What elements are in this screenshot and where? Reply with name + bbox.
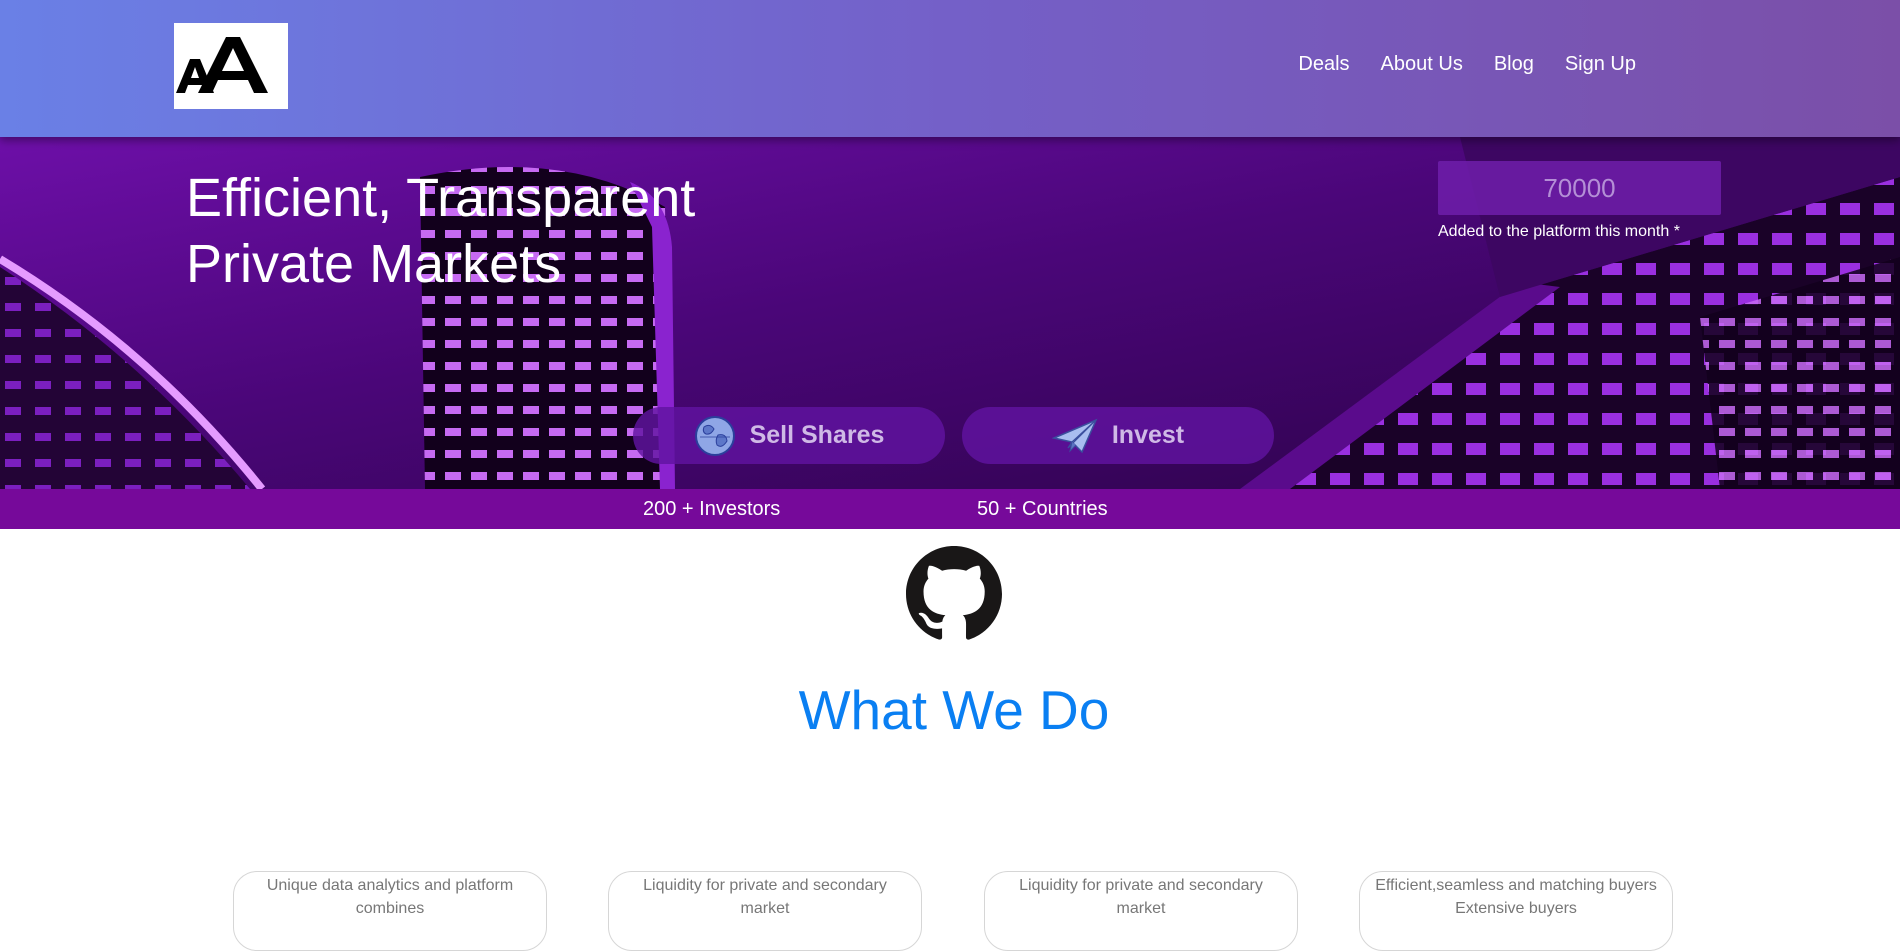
nav-about-us[interactable]: About Us [1381,53,1463,76]
globe-icon [694,415,736,457]
logo[interactable]: AA [174,23,288,109]
hero-banner: Efficient, Transparent Private Markets 7… [0,137,1900,489]
stat-countries: 50 + Countries [977,498,1108,520]
feature-card-line1: Efficient,seamless and matching buyers [1375,877,1657,894]
hero-title: Efficient, Transparent Private Markets [186,165,806,297]
counter-note: Added to the platform this month * [1438,223,1680,240]
github-icon[interactable] [906,546,1002,647]
logo-mark: AA [174,23,268,93]
feature-card: Unique data analytics and platform combi… [233,871,547,951]
feature-card-line2: market [740,900,790,917]
monthly-counter: 70000 [1438,161,1721,215]
sell-shares-label: Sell Shares [749,421,885,449]
paper-plane-icon [1051,418,1098,454]
feature-card-line1: Liquidity for private and secondary [643,877,887,894]
nav-blog[interactable]: Blog [1494,53,1534,76]
nav-deals[interactable]: Deals [1298,53,1349,76]
feature-card-line1: Unique data analytics and platform [266,877,514,894]
invest-label: Invest [1111,421,1185,449]
hero-title-line1: Efficient, Transparent [186,168,696,228]
feature-card-line2: Extensive buyers [1455,900,1577,917]
stat-investors: 200 + Investors [643,498,781,520]
nav-sign-up[interactable]: Sign Up [1565,53,1636,76]
feature-card-line2: market [1116,900,1166,917]
sell-shares-button[interactable]: Sell Shares [633,407,945,464]
what-we-do-title: What We Do [798,679,1110,741]
top-header: AA Deals About Us Blog Sign Up [0,0,1900,137]
feature-card-line1: Liquidity for private and secondary [1019,877,1263,894]
hero-title-line2: Private Markets [186,234,562,294]
invest-button[interactable]: Invest [962,407,1274,464]
feature-card: Liquidity for private and secondary mark… [984,871,1298,951]
main-nav: Deals About Us Blog Sign Up [1298,53,1636,76]
feature-card-line2: combines [355,900,425,917]
feature-card: Efficient,seamless and matching buyers E… [1359,871,1673,951]
stats-bar: 200 + Investors 50 + Countries [0,489,1900,529]
feature-card: Liquidity for private and secondary mark… [608,871,922,951]
svg-text:AA: AA [174,23,176,24]
